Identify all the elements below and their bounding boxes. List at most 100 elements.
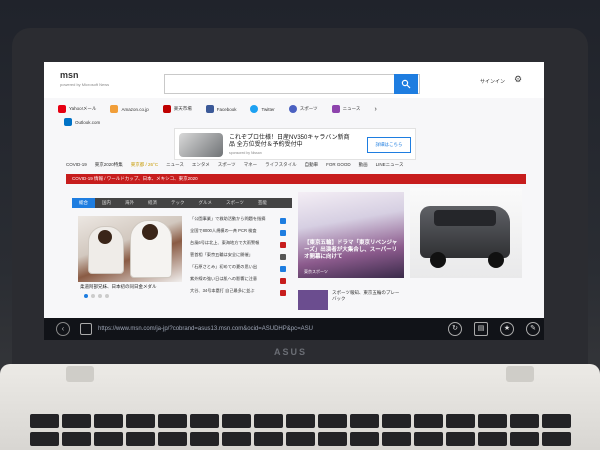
msn-logo[interactable]: msn powered by Microsoft News [60,70,109,87]
gear-icon[interactable]: ⚙ [514,74,524,84]
athlete-head [142,224,158,240]
nav-item[interactable]: エンタメ [192,162,210,172]
headline-item[interactable]: 菅首相「東京五輪は安全に開催」 [190,252,286,264]
nav-item[interactable]: マネー [244,162,258,172]
tab-world[interactable]: 海外 [118,198,141,208]
quick-link-label: スポーツ [299,106,318,111]
keyboard-row [30,414,571,428]
entertainment-source: 東京スポーツ [304,269,328,274]
tab-domestic[interactable]: 国内 [95,198,118,208]
favorites-star-icon[interactable]: ★ [500,322,514,336]
headline-text: 「公園事業」で救助活動から問題を指摘 [190,216,266,221]
quick-link-sports[interactable]: スポーツ [288,102,318,116]
headline-item[interactable]: 台風6号は北上、東海地方で大雨警報 [190,240,286,252]
headline-text: 全国で8000人規模の一斉 PCR 検査 [190,228,257,233]
wrench-icon[interactable]: ✎ [526,322,540,336]
facebook-icon [205,105,214,113]
headline-text: 「石原さとみ」初めての夏の思い出 [190,264,258,269]
entertainment-caption: 【東京五輪】ドラマ「東京リベンジャーズ」出演者が大集合し、スーパーリオ開幕に向け… [304,240,398,260]
keyboard-row [30,432,571,446]
quick-link-label: Outlook.com [75,119,101,125]
headline-item[interactable]: 大谷、34号本塁打 自己最多に並ぶ [190,288,286,300]
headline-list: 「公園事業」で救助活動から問題を指摘 全国で8000人規模の一斉 PCR 検査 … [190,216,286,300]
source-badge-icon [280,290,286,296]
nav-item[interactable]: ライフスタイル [265,162,297,172]
source-badge-icon [280,230,286,236]
twitter-icon [250,105,259,113]
sports-icon [288,105,297,113]
nav-item[interactable]: FOR GOOD [326,162,351,172]
nav-item[interactable]: COVID-19 [66,162,87,172]
headline-item[interactable]: 紫外線の強い日は肌への影響に注意 [190,276,286,288]
search-input[interactable] [164,74,420,94]
url-field[interactable]: https://www.msn.com/ja-jp/?cobrand=asus1… [98,323,390,335]
refresh-icon[interactable]: ↻ [448,322,462,336]
breaking-news-bar[interactable]: COVID-19 情報 / ワールドカップ、日本、メキシコ、東京2020 [66,174,526,184]
quick-link-amazon[interactable]: Amazon.co.jp [110,102,149,116]
van-wheel [488,252,504,268]
advertisement-banner[interactable]: これぞプロ仕様！日産NV350キャラバン新商品 全方位受付＆予約受付中 spon… [174,128,416,160]
story-thumbnail[interactable] [298,290,328,310]
quick-link-label: Yahoo!メール [69,106,97,111]
quick-link-rakuten[interactable]: 楽天市場 [162,102,192,116]
carousel-dot[interactable] [91,294,95,298]
hero-caption[interactable]: 柔道阿部兄妹、日本初の同日金メダル [80,284,184,290]
nav-item[interactable]: ニュース [166,162,184,172]
msn-header: msn powered by Microsoft News サインイン ⚙ [44,62,544,98]
headline-item[interactable]: 「公園事業」で救助活動から問題を指摘 [190,216,286,228]
tab-gourmet[interactable]: グルメ [192,198,220,208]
ad-cta-button[interactable]: 詳細はこちら [367,137,411,153]
source-badge-icon [280,218,286,224]
signin-link[interactable]: サインイン [480,78,505,85]
tab-tech[interactable]: テック [164,198,192,208]
van-wheel [430,252,446,268]
ad-sponsor: sponsored by Nissan [229,151,262,155]
headline-text: 台風6号は北上、東海地方で大雨警報 [190,240,260,245]
carousel-dot[interactable] [84,294,88,298]
quick-link-news[interactable]: ニュース [331,102,360,116]
hero-image-judo[interactable] [78,216,182,282]
tabs-icon[interactable]: ▤ [474,322,488,336]
nav-item[interactable]: 動画 [359,162,368,172]
amazon-icon [110,105,119,113]
tab-entertainment[interactable]: 芸能 [251,198,274,208]
tab-economy[interactable]: 経済 [141,198,164,208]
carousel-dot[interactable] [98,294,102,298]
powered-by-text: powered by Microsoft News [60,82,110,87]
quick-link-twitter[interactable]: Twitter [250,102,275,116]
source-badge-icon [280,266,286,272]
search-button[interactable] [394,74,418,94]
nav-item[interactable]: スポーツ [218,162,236,172]
van-windshield [434,210,496,226]
tab-all[interactable]: 総合 [72,198,95,208]
carousel-dot[interactable] [105,294,109,298]
quick-links: Yahoo!メール Amazon.co.jp 楽天市場 Facebook Twi… [58,102,538,116]
msn-logo-text: msn [60,70,79,80]
headline-item[interactable]: 全国で8000人規模の一斉 PCR 検査 [190,228,286,240]
headline-item[interactable]: 「石原さとみ」初めての夏の思い出 [190,264,286,276]
nav-item[interactable]: 自動車 [305,162,319,172]
back-button[interactable]: ‹ [56,322,70,336]
asus-logo: ASUS [274,347,308,357]
address-bar: ‹ https://www.msn.com/ja-jp/?cobrand=asu… [44,318,544,340]
source-badge-icon [280,254,286,260]
nav-item[interactable]: 東京2020特集 [95,162,123,172]
headline-text: 紫外線の強い日は肌への影響に注意 [190,276,258,281]
nav-item-weather[interactable]: 東京都 / 26°C [131,162,158,172]
quick-link-yahoo-mail[interactable]: Yahoo!メール [58,102,96,116]
news-tabs: 総合 国内 海外 経済 テック グルメ スポーツ 芸能 [72,198,292,208]
nissan-ad-image[interactable] [410,188,522,278]
entertainment-story-image[interactable]: 【東京五輪】ドラマ「東京リベンジャーズ」出演者が大集合し、スーパーリオ開幕に向け… [298,192,404,278]
quick-link-facebook[interactable]: Facebook [205,102,236,116]
story-caption[interactable]: スポーツ報知、東京五輪のプレーバック [332,290,402,302]
tab-sports[interactable]: スポーツ [219,198,251,208]
quick-links-next[interactable]: › [374,102,376,116]
ad-title: これぞプロ仕様！日産NV350キャラバン新商品 全方位受付＆予約受付中 [229,135,350,148]
nav-item[interactable]: LINEニュース [376,162,404,172]
rakuten-icon [162,105,171,113]
outlook-icon [64,118,72,126]
quick-link-outlook[interactable]: Outlook.com [64,118,100,126]
quick-link-label: Amazon.co.jp [121,106,149,112]
quick-link-label: Twitter [261,106,275,112]
carousel-dots [84,294,109,298]
